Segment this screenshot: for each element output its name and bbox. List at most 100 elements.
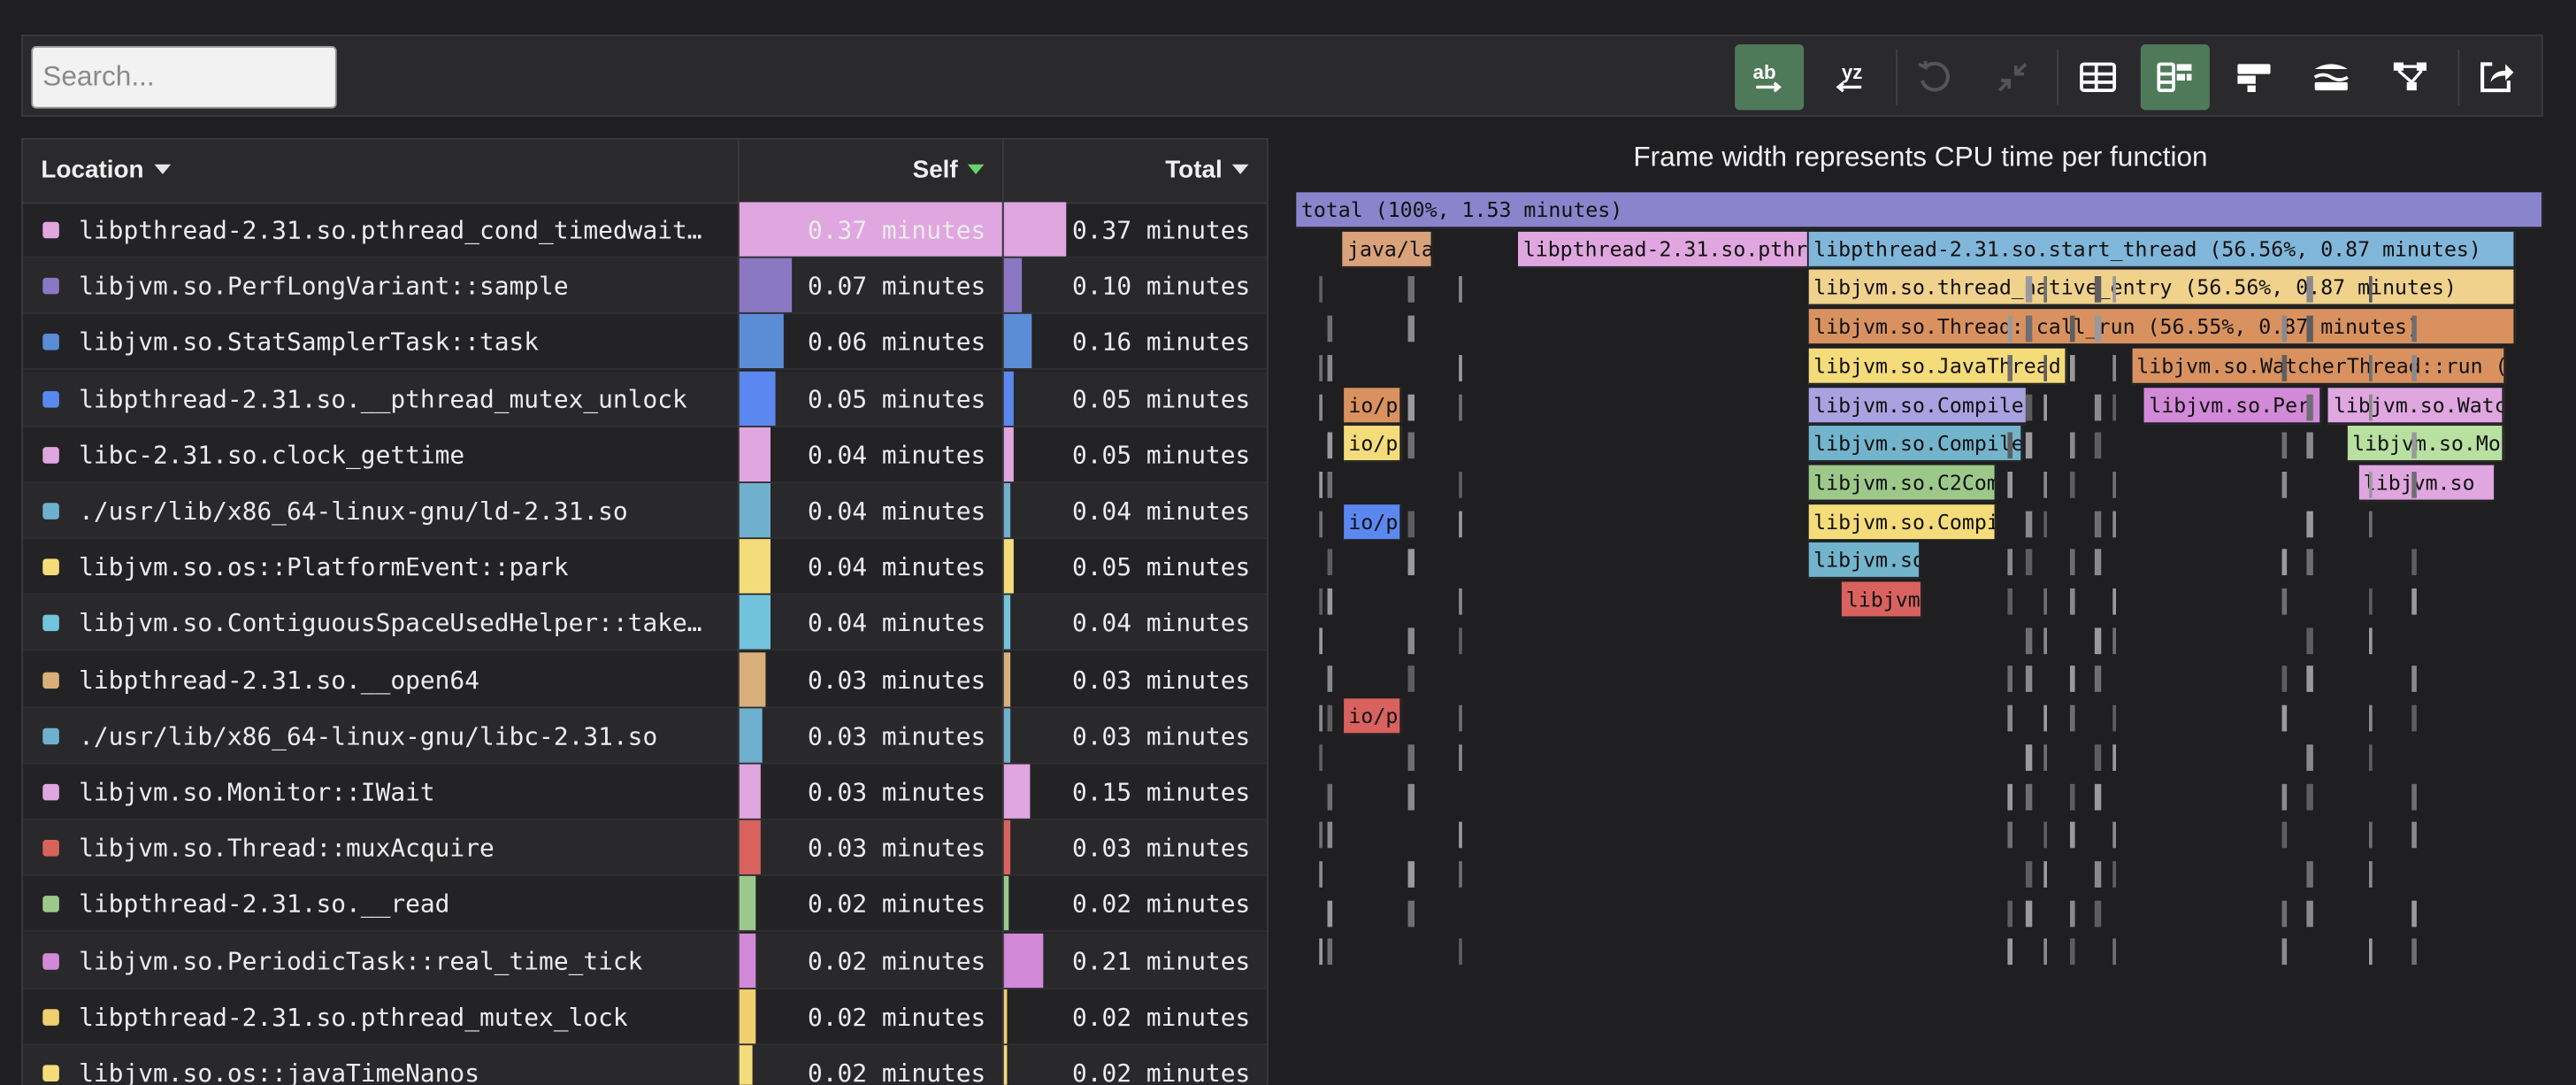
flame-frame[interactable]: libjvm.so: [1808, 542, 1921, 580]
flame-frame[interactable]: libjvm.so.Thread::call_run (56.55%, 0.87…: [1808, 309, 2515, 346]
table-row[interactable]: libpthread-2.31.so.pthread_cond_timedwai…: [23, 202, 1267, 258]
self-column-header[interactable]: Self: [741, 140, 985, 203]
search-input[interactable]: [31, 46, 337, 109]
flame-sliver: [2368, 393, 2373, 420]
table-row[interactable]: ./usr/lib/x86_64-linux-gnu/libc-2.31.so 0…: [23, 708, 1267, 765]
table-row[interactable]: libjvm.so.os::javaTimeNanos 0.02 minutes 0…: [23, 1045, 1267, 1085]
flame-sliver: [1327, 821, 1333, 849]
table-flamegraph-view-button[interactable]: [2140, 44, 2210, 111]
flame-sliver: [1458, 860, 1462, 888]
flame-sliver: [1318, 821, 1322, 849]
flame-frame[interactable]: libjvm.so.Compile: [1808, 387, 2028, 424]
undo-button[interactable]: [1899, 44, 1968, 110]
flame-sliver: [2069, 315, 2074, 342]
flame-frame[interactable]: libjvm.so.C2Com: [1808, 465, 1997, 502]
flame-sliver: [1408, 743, 1415, 771]
location-cell: libjvm.so.PerfLongVariant::sample: [79, 271, 569, 302]
flame-sliver: [1458, 354, 1462, 381]
table-row[interactable]: libpthread-2.31.so.pthread_mutex_lock 0.0…: [23, 989, 1267, 1045]
table-row[interactable]: libjvm.so.StatSamplerTask::task 0.06 minu…: [23, 314, 1267, 371]
flame-sliver: [2094, 549, 2101, 576]
location-column-header[interactable]: Location: [41, 140, 171, 203]
ab-button[interactable]: ab: [1735, 44, 1805, 111]
table-row[interactable]: libjvm.so.PerfLongVariant::sample 0.07 mi…: [23, 258, 1267, 315]
table-row[interactable]: ./usr/lib/x86_64-linux-gnu/ld-2.31.so 0.0…: [23, 483, 1267, 540]
self-value: 0.03 minutes: [808, 720, 986, 751]
flame-frame[interactable]: io/p: [1343, 698, 1401, 735]
flame-frame[interactable]: libjvm.so: [2358, 465, 2496, 502]
total-value: 0.02 minutes: [1072, 1002, 1251, 1032]
yz-button[interactable]: yz: [1813, 44, 1882, 110]
sandwich-view-button[interactable]: [2296, 44, 2365, 110]
total-value: 0.04 minutes: [1072, 608, 1251, 639]
sort-caret-icon: [153, 164, 171, 174]
table-row[interactable]: libpthread-2.31.so.__open64 0.03 minutes 0…: [23, 651, 1267, 708]
flamegraph[interactable]: total (100%, 1.53 minutes) java/la libpthr…: [1296, 192, 2543, 1084]
flame-sliver: [1327, 704, 1333, 732]
location-cell: libjvm.so.ContiguousSpaceUsedHelper::tak…: [79, 608, 702, 639]
flame-sliver: [1327, 588, 1333, 615]
flame-sliver: [1458, 938, 1462, 966]
flame-sliver: [2044, 821, 2048, 849]
flame-frame[interactable]: io/p: [1343, 426, 1401, 463]
location-cell: libjvm.so.PeriodicTask::real_time_tick: [79, 945, 643, 976]
flame-frame[interactable]: libjvm.so.JavaThread: [1808, 348, 2067, 385]
flame-frame[interactable]: total (100%, 1.53 minutes): [1296, 192, 2543, 229]
flame-sliver: [2094, 860, 2101, 888]
location-cell: libpthread-2.31.so.__open64: [79, 665, 479, 695]
flame-sliver: [2112, 588, 2117, 615]
flame-frame[interactable]: libpthread-2.31.so.start_thread (56.56%,…: [1808, 231, 2515, 268]
flame-sliver: [2306, 860, 2313, 888]
table-row[interactable]: libpthread-2.31.so.__read 0.02 minutes 0.0…: [23, 876, 1267, 933]
flame-sliver: [2094, 743, 2101, 771]
table-row[interactable]: libc-2.31.so.clock_gettime 0.04 minutes 0.…: [23, 427, 1267, 483]
flame-sliver: [2069, 588, 2074, 615]
table-row[interactable]: libjvm.so.PeriodicTask::real_time_tick 0.…: [23, 933, 1267, 989]
total-value: 0.05 minutes: [1072, 552, 1251, 582]
flame-frame[interactable]: libjvm.so.Compile: [1808, 426, 2024, 463]
flame-sliver: [1408, 276, 1415, 304]
flame-frame[interactable]: io/p: [1343, 504, 1401, 541]
collapse-icon: [1997, 63, 2028, 92]
flame-sliver: [1408, 782, 1415, 810]
icicle-view-button[interactable]: [2220, 44, 2288, 110]
table-row[interactable]: libjvm.so.os::PlatformEvent::park 0.04 mi…: [23, 539, 1267, 596]
graph-view-button[interactable]: [2375, 44, 2444, 110]
flame-frame[interactable]: libjvm.so.WatcherThread::run (3: [2131, 348, 2506, 385]
flame-frame[interactable]: libjvm.so.Watc: [2328, 387, 2503, 424]
flame-frame[interactable]: libpthread-2.31.so.pthread_cond_timedwai…: [1518, 231, 1809, 268]
flame-sliver: [1458, 627, 1462, 654]
flame-sliver: [2306, 432, 2313, 459]
collapse-button[interactable]: [1978, 44, 2047, 110]
color-swatch: [42, 952, 59, 969]
function-table: Location Self Total libpthread-2.31.so.p…: [21, 138, 1269, 1085]
table-flamegraph-view-icon: [2157, 62, 2192, 93]
flame-frame[interactable]: io/p: [1343, 387, 1401, 424]
flame-frame[interactable]: libjvm: [1841, 581, 1922, 619]
table-header: Location Self Total: [23, 139, 1267, 204]
table-row[interactable]: libjvm.so.Thread::muxAcquire 0.03 minutes…: [23, 820, 1267, 877]
export-button[interactable]: [2461, 44, 2530, 110]
flame-sliver: [2368, 471, 2373, 498]
flame-sliver: [2306, 627, 2313, 654]
flame-frame[interactable]: libjvm.so.thread_native_entry (56.56%, 0…: [1808, 270, 2515, 307]
flame-sliver: [2112, 471, 2117, 498]
flame-frame[interactable]: libjvm.so.Per: [2143, 387, 2321, 424]
table-row[interactable]: libjvm.so.Monitor::IWait 0.03 minutes 0.15…: [23, 764, 1267, 820]
self-value: 0.03 minutes: [808, 833, 986, 864]
total-value: 0.05 minutes: [1072, 383, 1251, 414]
flame-frame[interactable]: java/la: [1342, 231, 1432, 268]
flame-sliver: [2069, 938, 2074, 966]
flame-frame[interactable]: libjvm.so.Compi: [1808, 504, 1997, 541]
flame-sliver: [2112, 821, 2117, 849]
color-swatch: [42, 334, 59, 351]
flame-sliver: [2112, 276, 2117, 304]
table-row[interactable]: libjvm.so.ContiguousSpaceUsedHelper::tak…: [23, 596, 1267, 652]
table-view-button[interactable]: [2064, 44, 2133, 110]
flame-sliver: [2069, 821, 2074, 849]
location-cell: libpthread-2.31.so.pthread_mutex_lock: [79, 1002, 628, 1032]
table-row[interactable]: libpthread-2.31.so.__pthread_mutex_unloc…: [23, 370, 1267, 427]
flame-sliver: [2411, 899, 2418, 927]
total-column-header[interactable]: Total: [1006, 140, 1249, 203]
flame-frame[interactable]: libjvm.so.Mo: [2347, 426, 2503, 463]
